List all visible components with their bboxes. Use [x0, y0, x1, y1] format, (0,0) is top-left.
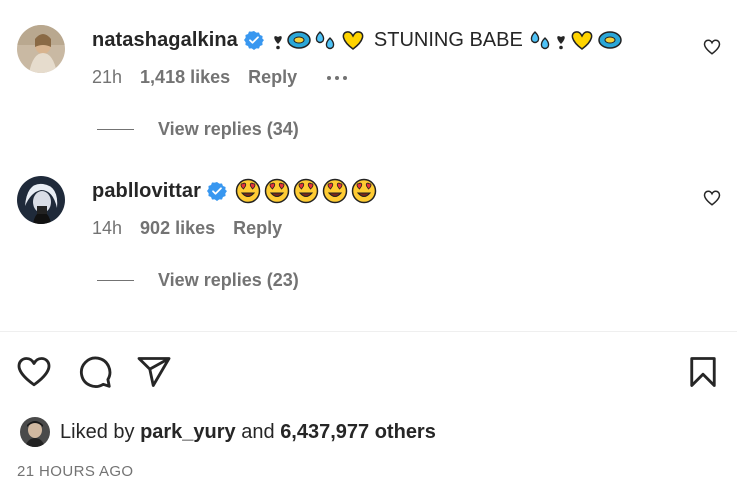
- more-icon[interactable]: [327, 75, 348, 80]
- comment-likes[interactable]: 1,418 likes: [140, 67, 230, 88]
- sparkle-disc-emoji-icon: [287, 31, 311, 49]
- divider-line: [97, 129, 134, 130]
- comment-body: pabllovittar: [92, 178, 383, 204]
- comment-likes[interactable]: 902 likes: [140, 218, 215, 239]
- bookmark-icon[interactable]: [685, 354, 721, 390]
- heart-icon[interactable]: [16, 354, 52, 390]
- heart-icon[interactable]: [703, 189, 721, 207]
- liked-by-user[interactable]: park_yury: [140, 421, 236, 444]
- comment-meta: 21h 1,418 likes Reply: [92, 67, 365, 88]
- section-divider: [0, 331, 737, 332]
- comment-username[interactable]: pabllovittar: [92, 178, 201, 204]
- heart-exclamation-emoji-icon: [557, 36, 565, 50]
- comment-text: STUNING BABE: [373, 29, 523, 51]
- heart-icon[interactable]: [703, 38, 721, 56]
- liked-by-prefix: Liked by: [60, 420, 135, 443]
- droplets-emoji-icon: [530, 31, 550, 50]
- yellow-heart-emoji-icon: [342, 31, 364, 50]
- liked-by-row: Liked by park_yury and 6,437,977 others: [20, 417, 436, 447]
- view-replies-button[interactable]: View replies (23): [97, 270, 299, 291]
- comment-username[interactable]: natashagalkina: [92, 27, 238, 53]
- verified-icon: [243, 31, 264, 50]
- heart-eyes-emoji-icon: [235, 178, 377, 204]
- comment-time[interactable]: 21h: [92, 67, 122, 88]
- comment-body: natashagalkina STUNING BABE: [92, 27, 625, 53]
- view-replies-label: View replies (23): [158, 270, 299, 290]
- sparkle-disc-emoji-icon: [598, 31, 622, 49]
- avatar[interactable]: [17, 25, 65, 73]
- verified-icon: [207, 182, 227, 201]
- comment-time[interactable]: 14h: [92, 218, 122, 239]
- comment-meta: 14h 902 likes Reply: [92, 218, 300, 239]
- comment-icon[interactable]: [77, 354, 113, 390]
- liked-by-connector: and: [241, 420, 275, 443]
- avatar[interactable]: [17, 176, 65, 224]
- heart-exclamation-emoji-icon: [274, 36, 282, 50]
- divider-line: [97, 280, 134, 281]
- reply-button[interactable]: Reply: [248, 67, 297, 88]
- action-bar: [0, 354, 737, 390]
- liked-by-others[interactable]: 6,437,977 others: [280, 421, 436, 444]
- reply-button[interactable]: Reply: [233, 218, 282, 239]
- droplets-emoji-icon: [315, 31, 335, 50]
- view-replies-label: View replies (34): [158, 119, 299, 139]
- yellow-heart-emoji-icon: [571, 31, 593, 50]
- view-replies-button[interactable]: View replies (34): [97, 119, 299, 140]
- avatar[interactable]: [20, 417, 50, 447]
- share-icon[interactable]: [136, 354, 172, 390]
- post-timestamp[interactable]: 21 HOURS AGO: [17, 463, 134, 480]
